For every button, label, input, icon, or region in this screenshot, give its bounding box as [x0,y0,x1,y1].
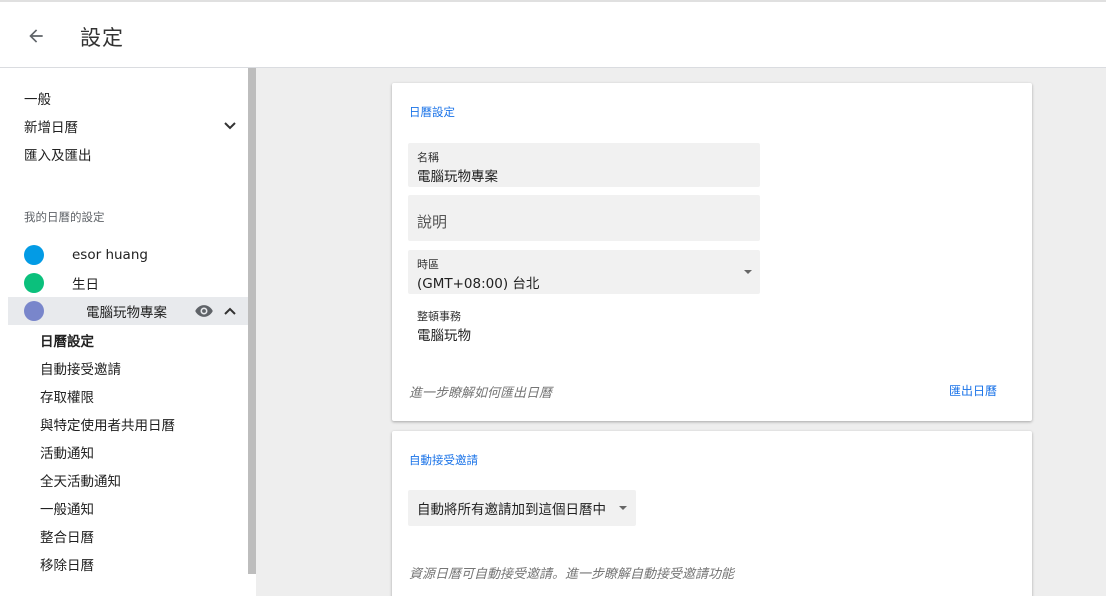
sidebar-scrollbar[interactable] [248,68,256,574]
calendar-settings-title: 日曆設定 [409,105,455,119]
calendar-name: 生日 [72,277,99,293]
dropdown-arrow-icon [619,506,627,510]
sidebar-item-general[interactable]: 一般 [24,88,51,108]
sidebar-subitem-remove-calendar[interactable]: 移除日曆 [40,554,94,574]
sidebar-subitem-access-permissions[interactable]: 存取權限 [40,386,94,406]
sidebar-subitem-event-notifications[interactable]: 活動通知 [40,442,94,462]
description-field[interactable]: 說明 [408,195,760,241]
auto-accept-value: 自動將所有邀請加到這個日曆中 [417,502,606,518]
calendar-color-dot [24,273,44,293]
back-button[interactable] [22,22,50,50]
timezone-select[interactable]: 時區 (GMT+08:00) 台北 [408,250,760,294]
arrow-back-icon [29,29,43,43]
export-calendar-button[interactable]: 匯出日曆 [949,382,997,399]
timezone-label: 時區 [417,258,439,271]
export-learn-more-link[interactable]: 進一步瞭解如何匯出日曆 [409,382,552,401]
auto-accept-card: 自動接受邀請 自動將所有邀請加到這個日曆中 資源日曆可自動接受邀請。進一步瞭解自… [392,431,1032,596]
calendar-color-dot [24,245,44,265]
chevron-down-icon[interactable] [222,120,238,132]
auto-accept-title: 自動接受邀請 [409,453,478,467]
top-app-bar: 設定 [0,0,1106,68]
dropdown-arrow-icon [744,270,752,274]
eye-icon[interactable] [194,304,214,318]
timezone-value: (GMT+08:00) 台北 [417,276,540,292]
my-calendars-section-label: 我的日曆的設定 [24,210,105,224]
calendar-row-project[interactable]: 電腦玩物專案 [8,297,248,325]
owner-field: 整頓事務 電腦玩物 [408,308,760,344]
name-value: 電腦玩物專案 [417,169,498,185]
calendar-name: 電腦玩物專案 [86,305,167,321]
calendar-name: esor huang [72,247,148,263]
description-placeholder: 說明 [417,213,448,231]
sidebar-subitem-all-day-notifications[interactable]: 全天活動通知 [40,470,121,490]
sidebar-item-add-calendar[interactable]: 新增日曆 [24,116,78,136]
settings-sidebar: 一般 新增日曆 匯入及匯出 我的日曆的設定 esor huang 生日 電腦玩物… [0,68,256,596]
sidebar-item-import-export[interactable]: 匯入及匯出 [24,144,92,164]
calendar-row-birthdays[interactable]: 生日 [8,269,248,297]
calendar-settings-card: 日曆設定 名稱 電腦玩物專案 說明 時區 (GMT+08:00) 台北 整頓事務… [392,83,1032,421]
settings-main: 日曆設定 名稱 電腦玩物專案 說明 時區 (GMT+08:00) 台北 整頓事務… [256,68,1106,596]
owner-label: 整頓事務 [417,310,461,323]
auto-accept-select[interactable]: 自動將所有邀請加到這個日曆中 [408,490,636,526]
auto-accept-note[interactable]: 資源日曆可自動接受邀請。進一步瞭解自動接受邀請功能 [409,563,734,582]
calendar-color-dot [24,301,44,321]
sidebar-subitem-integrate-calendar[interactable]: 整合日曆 [40,526,94,546]
sidebar-subitem-calendar-settings[interactable]: 日曆設定 [40,330,94,350]
sidebar-subitem-general-notifications[interactable]: 一般通知 [40,498,94,518]
calendar-row-esor-huang[interactable]: esor huang [8,241,248,269]
chevron-up-icon[interactable] [222,305,238,317]
name-field[interactable]: 名稱 電腦玩物專案 [408,143,760,187]
sidebar-subitem-share-with-people[interactable]: 與特定使用者共用日曆 [40,414,175,434]
page-title: 設定 [80,26,124,50]
sidebar-subitem-auto-accept[interactable]: 自動接受邀請 [40,358,121,378]
owner-value: 電腦玩物 [417,328,471,344]
name-label: 名稱 [417,151,439,164]
